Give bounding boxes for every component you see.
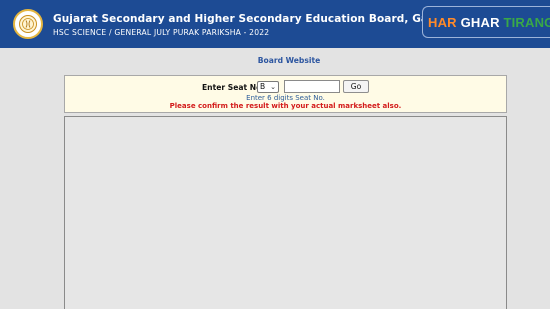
page-subtitle: HSC SCIENCE / GENERAL JULY PURAK PARIKSH…	[53, 28, 270, 37]
marksheet-warning-text: Please confirm the result with your actu…	[169, 102, 402, 110]
seat-hint-text: Enter 6 digits Seat No.	[246, 94, 325, 102]
banner-word-tirang: TIRANG	[503, 15, 550, 30]
banner-word-ghar: GHAR	[460, 15, 500, 30]
go-button[interactable]: Go	[343, 80, 369, 93]
seat-series-value: B	[260, 82, 266, 91]
seat-series-select[interactable]: B ⌄	[257, 81, 279, 93]
seat-number-input[interactable]	[284, 80, 340, 93]
header-bar: Gujarat Secondary and Higher Secondary E…	[0, 0, 550, 48]
board-logo-icon	[13, 9, 43, 39]
chevron-down-icon: ⌄	[270, 83, 276, 91]
har-ghar-tiranga-banner[interactable]: HAR GHAR TIRANG	[422, 6, 550, 38]
board-website-link[interactable]: Board Website	[0, 56, 550, 65]
banner-word-har: HAR	[428, 15, 457, 30]
result-display-area	[64, 116, 507, 309]
seat-search-form: Enter Seat No : B ⌄ Go Enter 6 digits Se…	[64, 75, 507, 113]
